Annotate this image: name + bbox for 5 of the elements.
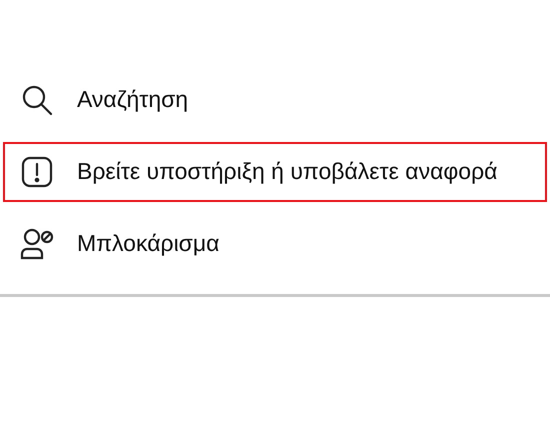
person-block-icon [19, 226, 55, 262]
menu-item[interactable]: Αναζήτηση [3, 70, 547, 130]
menu-item[interactable]: Μπλοκάρισμα [3, 214, 547, 274]
menu-item[interactable]: Βρείτε υποστήριξη ή υποβάλετε αναφορά [3, 142, 547, 202]
alert-icon [19, 154, 55, 190]
